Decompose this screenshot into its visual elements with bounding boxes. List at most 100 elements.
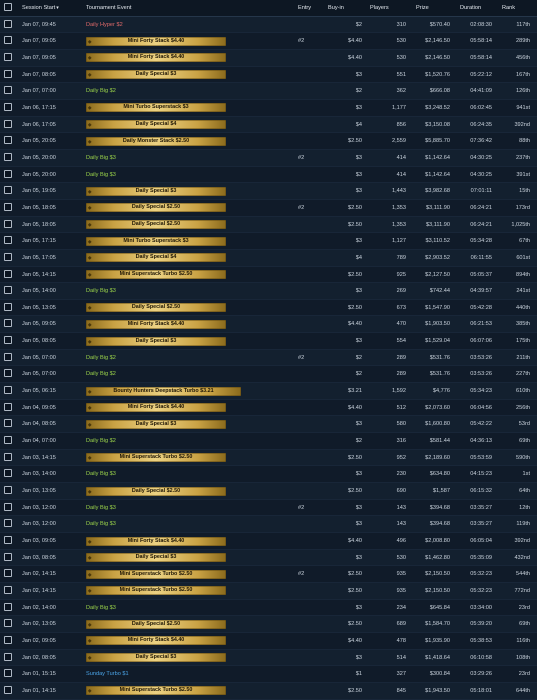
row-checkbox[interactable] — [4, 585, 12, 594]
tournament-badge[interactable]: ◆ Daily Special $3 — [86, 70, 226, 80]
row-checkbox[interactable] — [4, 619, 12, 628]
row-checkbox[interactable] — [4, 536, 12, 545]
tournament-name[interactable]: Daily Hyper $2 — [86, 22, 123, 28]
tournament-badge[interactable]: ◆ Daily Special $3 — [86, 553, 226, 563]
tournament-event-cell[interactable]: Daily Big $3 — [86, 600, 300, 616]
tournament-badge[interactable]: ◆ Mini Superstack Turbo $2.50 — [86, 586, 226, 596]
tournament-event-cell[interactable]: Daily Big $2 — [86, 366, 300, 382]
table-row[interactable]: Jan 03, 12:00 Daily Big $3 $3 143 $394.68 03:… — [0, 516, 537, 533]
table-row[interactable]: Jan 04, 08:05 ◆ Daily Special $3 $3 580 $1,60… — [0, 416, 537, 434]
table-row[interactable]: Jan 05, 14:00 Daily Big $3 $3 269 $742.44 04:… — [0, 283, 537, 300]
table-row[interactable]: Jan 05, 18:05 ◆ Daily Special $2.50 #2 $2.50… — [0, 199, 537, 217]
tournament-event-cell[interactable]: Daily Big $2 — [86, 350, 300, 366]
tournament-event-cell[interactable]: ◆ Daily Special $4 — [86, 117, 300, 133]
row-select-cell[interactable] — [4, 350, 13, 366]
table-row[interactable]: Jan 05, 17:15 ◆ Mini Turbo Superstack $3 $3… — [0, 233, 537, 250]
tournament-badge[interactable]: ◆ Mini Superstack Turbo $2.50 — [86, 686, 226, 696]
tournament-event-cell[interactable]: Daily Big $3 — [86, 516, 300, 532]
row-checkbox[interactable] — [4, 402, 12, 411]
row-select-cell[interactable] — [4, 100, 13, 116]
row-checkbox[interactable] — [4, 635, 12, 644]
tournament-event-cell[interactable]: ◆ Daily Special $3 — [86, 416, 300, 432]
table-row[interactable]: Jan 05, 17:05 ◆ Daily Special $4 $4 789 $2,90… — [0, 249, 537, 267]
table-row[interactable]: Jan 07, 07:00 Daily Big $2 $2 362 $666.08 04:… — [0, 83, 537, 100]
row-select-cell[interactable] — [4, 550, 13, 566]
row-select-cell[interactable] — [4, 383, 13, 399]
tournament-badge[interactable]: ◆ Mini Forty Stack $4.40 — [86, 53, 226, 63]
row-checkbox[interactable] — [4, 36, 12, 45]
tournament-event-cell[interactable]: Daily Big $3 — [86, 466, 300, 482]
row-select-cell[interactable] — [4, 583, 13, 599]
tournament-event-cell[interactable]: ◆ Daily Special $3 — [86, 183, 300, 199]
tournament-event-cell[interactable]: ◆ Daily Special $2.50 — [86, 300, 300, 316]
column-header-duration[interactable]: Duration — [460, 0, 490, 16]
tournament-event-cell[interactable]: ◆ Mini Forty Stack $4.40 — [86, 50, 300, 66]
table-row[interactable]: Jan 03, 14:00 Daily Big $3 $3 230 $634.80 04:… — [0, 466, 537, 484]
row-select-cell[interactable] — [4, 416, 13, 432]
tournament-event-cell[interactable]: ◆ Daily Monster Stack $2.50 — [86, 133, 300, 149]
table-row[interactable]: Jan 07, 09:45 Daily Hyper $2 $2 310 $570.40 0… — [0, 16, 537, 34]
select-all-cell[interactable] — [4, 0, 13, 16]
row-checkbox[interactable] — [4, 136, 12, 145]
row-select-cell[interactable] — [4, 217, 13, 233]
table-row[interactable]: Jan 01, 14:15 ◆ Mini Superstack Turbo $2.5… — [0, 682, 537, 700]
table-row[interactable]: Jan 05, 09:05 ◆ Mini Forty Stack $4.40 $4.4… — [0, 316, 537, 334]
tournament-name[interactable]: Daily Big $3 — [86, 172, 116, 178]
table-row[interactable]: Jan 05, 20:05 ◆ Daily Monster Stack $2.50 $… — [0, 133, 537, 150]
row-select-cell[interactable] — [4, 250, 13, 266]
row-select-cell[interactable] — [4, 616, 13, 632]
row-checkbox[interactable] — [4, 319, 12, 328]
tournament-event-cell[interactable]: ◆ Daily Special $2.50 — [86, 616, 300, 632]
row-select-cell[interactable] — [4, 666, 13, 682]
row-select-cell[interactable] — [4, 233, 13, 249]
row-select-cell[interactable] — [4, 500, 13, 516]
tournament-event-cell[interactable]: ◆ Daily Special $3 — [86, 550, 300, 566]
row-checkbox[interactable] — [4, 52, 12, 61]
table-row[interactable]: Jan 03, 09:05 ◆ Mini Forty Stack $4.40 $4.4… — [0, 533, 537, 550]
row-checkbox[interactable] — [4, 169, 12, 178]
row-checkbox[interactable] — [4, 219, 12, 228]
tournament-name[interactable]: Daily Big $3 — [86, 505, 116, 511]
tournament-badge[interactable]: ◆ Mini Superstack Turbo $2.50 — [86, 569, 226, 579]
tournament-badge[interactable]: ◆ Daily Special $3 — [86, 419, 226, 429]
table-row[interactable]: Jan 07, 08:05 ◆ Daily Special $3 $3 551 $1,52… — [0, 66, 537, 84]
tournament-name[interactable]: Daily Big $3 — [86, 471, 116, 477]
row-checkbox[interactable] — [4, 669, 12, 678]
tournament-event-cell[interactable]: ◆ Mini Superstack Turbo $2.50 — [86, 450, 300, 466]
table-row[interactable]: Jan 05, 20:00 Daily Big $3 $3 414 $1,142.64 0… — [0, 166, 537, 184]
tournament-badge[interactable]: ◆ Mini Forty Stack $4.40 — [86, 536, 226, 546]
tournament-event-cell[interactable]: ◆ Daily Special $3 — [86, 650, 300, 666]
tournament-event-cell[interactable]: Daily Hyper $2 — [86, 17, 300, 33]
row-select-cell[interactable] — [4, 33, 13, 49]
table-row[interactable]: Jan 01, 15:15 Sunday Turbo $1 $1 327 $300.84… — [0, 666, 537, 683]
tournament-badge[interactable]: ◆ Daily Special $4 — [86, 120, 226, 130]
tournament-name[interactable]: Daily Big $2 — [86, 355, 116, 361]
table-row[interactable]: Jan 02, 14:15 ◆ Mini Superstack Turbo $2.5… — [0, 582, 537, 600]
tournament-event-cell[interactable]: ◆ Mini Forty Stack $4.40 — [86, 533, 300, 549]
row-select-cell[interactable] — [4, 450, 13, 466]
table-row[interactable]: Jan 07, 09:05 ◆ Mini Forty Stack $4.40 #2 $4… — [0, 33, 537, 50]
tournament-badge[interactable]: ◆ Daily Special $2.50 — [86, 220, 226, 230]
row-select-cell[interactable] — [4, 433, 13, 449]
row-checkbox[interactable] — [4, 252, 12, 261]
tournament-event-cell[interactable]: ◆ Mini Forty Stack $4.40 — [86, 316, 300, 332]
table-row[interactable]: Jan 05, 06:15 ◆ Bounty Hunters Deepstack T… — [0, 383, 537, 400]
table-row[interactable]: Jan 02, 09:05 ◆ Mini Forty Stack $4.40 $4.4… — [0, 632, 537, 650]
row-checkbox[interactable] — [4, 202, 12, 211]
tournament-event-cell[interactable]: ◆ Daily Special $3 — [86, 333, 300, 349]
row-select-cell[interactable] — [4, 533, 13, 549]
row-select-cell[interactable] — [4, 183, 13, 199]
tournament-name[interactable]: Daily Big $2 — [86, 438, 116, 444]
table-row[interactable]: Jan 05, 19:05 ◆ Daily Special $3 $3 1,443 $3,… — [0, 183, 537, 200]
tournament-event-cell[interactable]: ◆ Mini Superstack Turbo $2.50 — [86, 566, 300, 582]
tournament-badge[interactable]: ◆ Daily Special $2.50 — [86, 619, 226, 629]
table-row[interactable]: Jan 02, 14:15 ◆ Mini Superstack Turbo $2.5… — [0, 566, 537, 583]
row-select-cell[interactable] — [4, 633, 13, 649]
table-row[interactable]: Jan 05, 14:15 ◆ Mini Superstack Turbo $2.5… — [0, 266, 537, 284]
row-select-cell[interactable] — [4, 17, 13, 33]
tournament-badge[interactable]: ◆ Daily Special $4 — [86, 253, 226, 263]
column-header-tournament-event[interactable]: Tournament Event — [86, 0, 300, 16]
row-select-cell[interactable] — [4, 117, 13, 133]
row-checkbox[interactable] — [4, 86, 12, 95]
tournament-badge[interactable]: ◆ Mini Superstack Turbo $2.50 — [86, 453, 226, 463]
